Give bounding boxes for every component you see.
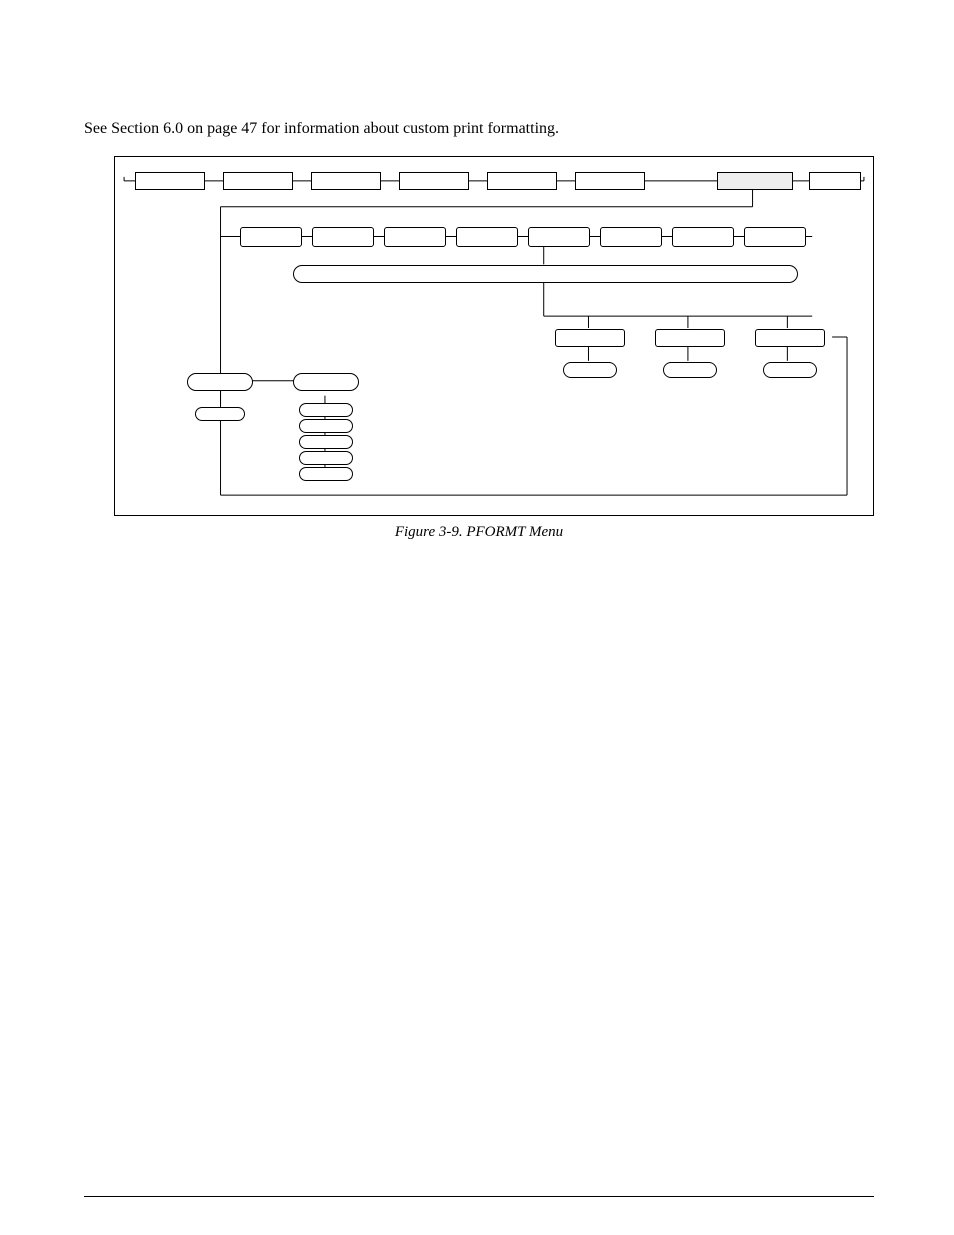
option-value-3: [763, 362, 817, 378]
option-rect-1: [555, 329, 625, 347]
format-string-bar: [293, 265, 798, 283]
stack-value-4: [299, 451, 353, 465]
menu-top-item-2: [223, 172, 293, 190]
stack-value-2: [299, 419, 353, 433]
option-value-2: [663, 362, 717, 378]
left-option-1: [187, 373, 253, 391]
submenu-item-6: [600, 227, 662, 247]
submenu-item-2: [312, 227, 374, 247]
menu-top-item-6: [575, 172, 645, 190]
menu-top-item-8: [809, 172, 861, 190]
footer-rule: [84, 1196, 874, 1197]
menu-top-item-3: [311, 172, 381, 190]
submenu-item-8: [744, 227, 806, 247]
menu-top-item-1: [135, 172, 205, 190]
stack-value-3: [299, 435, 353, 449]
submenu-item-3: [384, 227, 446, 247]
option-rect-3: [755, 329, 825, 347]
left-option-2: [293, 373, 359, 391]
menu-top-item-5: [487, 172, 557, 190]
pformt-menu-diagram: [114, 156, 874, 516]
stack-value-1: [299, 403, 353, 417]
figure-caption: Figure 3-9. PFORMT Menu: [84, 524, 874, 541]
submenu-item-4: [456, 227, 518, 247]
menu-top-item-pformt: [717, 172, 793, 190]
submenu-item-1: [240, 227, 302, 247]
intro-text: See Section 6.0 on page 47 for informati…: [84, 120, 874, 138]
menu-top-item-4: [399, 172, 469, 190]
option-rect-2: [655, 329, 725, 347]
stack-value-5: [299, 467, 353, 481]
submenu-item-7: [672, 227, 734, 247]
submenu-item-5: [528, 227, 590, 247]
left-value-1: [195, 407, 245, 421]
option-value-1: [563, 362, 617, 378]
